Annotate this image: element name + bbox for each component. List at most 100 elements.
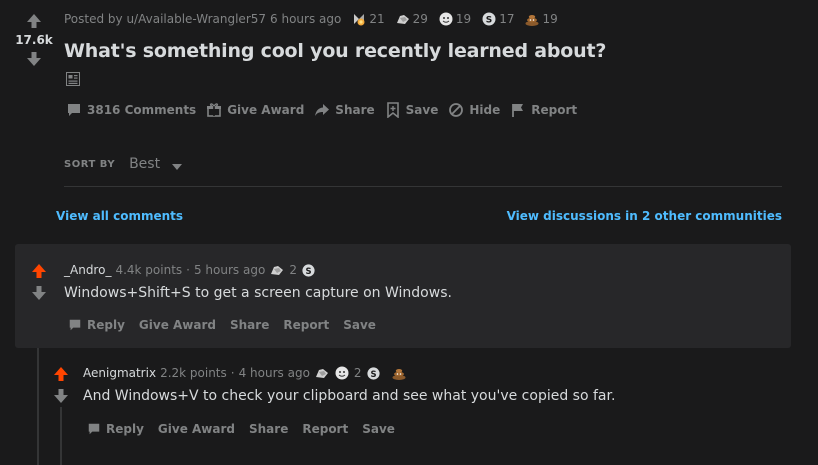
award-count: 19 (455, 12, 472, 26)
save-button[interactable]: Save (343, 318, 376, 332)
meta-separator: · (186, 263, 190, 277)
share-button[interactable]: Share (249, 422, 288, 436)
award-helpful[interactable]: 29 (395, 11, 428, 27)
silver-award-icon (354, 14, 365, 26)
share-button[interactable]: Share (230, 318, 269, 332)
hide-label: Hide (469, 103, 501, 117)
comment-upvote-button[interactable] (50, 363, 72, 385)
award-silver[interactable]: 21 (351, 11, 385, 27)
comment-downvote-button[interactable] (28, 282, 50, 304)
comment-icon (88, 423, 100, 435)
give-award-button[interactable]: Give Award (158, 422, 235, 436)
thread-line[interactable] (60, 407, 62, 465)
comment-time[interactable]: 4 hours ago (239, 366, 310, 380)
post-container: 17.6k Posted by u/Available-Wrangler57 6… (0, 0, 818, 465)
award-poop[interactable]: 19 (524, 11, 558, 27)
give-award-button[interactable]: Give Award (204, 100, 310, 120)
award-wholesome[interactable]: 19 (438, 11, 471, 27)
coin-award-icon[interactable]: S (366, 366, 381, 381)
helpful-award-icon (396, 15, 409, 24)
comment-body: Windows+Shift+S to get a screen capture … (64, 285, 452, 301)
give-award-button[interactable]: Give Award (139, 318, 216, 332)
comment-body: And Windows+V to check your clipboard an… (83, 388, 616, 404)
chevron-down-icon (172, 163, 183, 170)
poop-award-icon[interactable] (391, 365, 407, 381)
downvote-arrow-icon (27, 52, 41, 66)
reply-button[interactable]: Reply (68, 318, 125, 332)
gift-icon (207, 103, 222, 117)
downvote-arrow-icon (54, 389, 68, 403)
downvote-button[interactable] (23, 48, 45, 70)
post-vote-column: 17.6k (12, 10, 56, 70)
comment-author[interactable]: Aenigmatrix (83, 366, 156, 380)
svg-text:S: S (305, 265, 311, 275)
save-button[interactable]: Save (362, 422, 395, 436)
wholesome-award-icon[interactable] (334, 365, 350, 381)
comment-icon (68, 104, 80, 116)
poop-award-icon (525, 15, 539, 26)
report-button[interactable]: Report (508, 100, 583, 120)
share-button[interactable]: Share (312, 100, 380, 120)
upvote-arrow-icon (27, 14, 41, 28)
comment-meta: _Andro_ 4.4k points · 5 hours ago 2 S (64, 262, 316, 278)
comment-points: 2.2k points (160, 366, 227, 380)
comment-time[interactable]: 5 hours ago (194, 263, 265, 277)
posted-by[interactable]: Posted by u/Available-Wrangler57 (64, 12, 266, 26)
comment-meta: Aenigmatrix 2.2k points · 4 hours ago 2 … (83, 365, 407, 381)
comment-author[interactable]: _Andro_ (64, 263, 111, 277)
comment-actions: Reply Give Award Share Report Save (68, 318, 390, 332)
comment-upvote-button[interactable] (28, 260, 50, 282)
upvote-button[interactable] (23, 10, 45, 32)
comments-button[interactable]: 3816 Comments (64, 100, 202, 120)
comment-vote-column (28, 260, 50, 304)
reply-button[interactable]: Reply (87, 422, 144, 436)
award-count: 21 (369, 12, 385, 26)
flag-icon (512, 104, 524, 117)
bookmark-icon (386, 102, 399, 118)
helpful-award-icon[interactable] (314, 365, 330, 381)
share-arrow-icon (315, 104, 330, 116)
report-button[interactable]: Report (302, 422, 348, 436)
view-all-comments-link[interactable]: View all comments (56, 209, 183, 223)
reply-label: Reply (106, 422, 144, 436)
reply-label: Reply (87, 318, 125, 332)
sort-row: SORT BY Best (64, 154, 782, 174)
award-count: 17 (499, 12, 515, 26)
sort-caret[interactable] (172, 155, 183, 174)
text-post-icon (66, 71, 80, 90)
comment-actions: Reply Give Award Share Report Save (87, 422, 409, 436)
svg-text:S: S (486, 16, 492, 26)
meta-separator: · (230, 366, 235, 380)
svg-text:S: S (370, 368, 376, 378)
save-button[interactable]: Save (383, 100, 445, 120)
coin-award-icon: S (482, 12, 496, 26)
award-count: 29 (412, 12, 428, 26)
save-label: Save (405, 103, 439, 117)
upvote-arrow-icon (32, 264, 46, 278)
share-label: Share (335, 103, 375, 117)
downvote-arrow-icon (32, 286, 46, 300)
sort-label: SORT BY (64, 158, 116, 170)
award-coin[interactable]: S 17 (481, 11, 514, 27)
view-discussions-link[interactable]: View discussions in 2 other communities (507, 209, 782, 223)
report-button[interactable]: Report (283, 318, 329, 332)
report-label: Report (531, 103, 578, 117)
hide-button[interactable]: Hide (446, 100, 506, 120)
award-count: 2 (353, 366, 362, 380)
comment-icon (69, 319, 81, 331)
helpful-award-icon[interactable] (269, 262, 285, 278)
text-post-glyph (66, 72, 80, 86)
award-count: 19 (542, 12, 558, 26)
sort-dropdown[interactable]: Best (129, 156, 160, 172)
give-award-label: Give Award (227, 103, 305, 117)
links-row: View all comments View discussions in 2 … (56, 209, 782, 223)
upvote-arrow-icon (54, 367, 68, 381)
post-title[interactable]: What's something cool you recently learn… (64, 40, 606, 62)
comment-downvote-button[interactable] (50, 385, 72, 407)
comments-label: 3816 Comments (87, 103, 197, 117)
divider (64, 186, 782, 187)
coin-award-icon[interactable]: S (301, 263, 316, 278)
post-time[interactable]: 6 hours ago (270, 12, 341, 26)
post-meta: Posted by u/Available-Wrangler57 6 hours… (64, 11, 558, 27)
comment-points: 4.4k points (115, 263, 183, 277)
